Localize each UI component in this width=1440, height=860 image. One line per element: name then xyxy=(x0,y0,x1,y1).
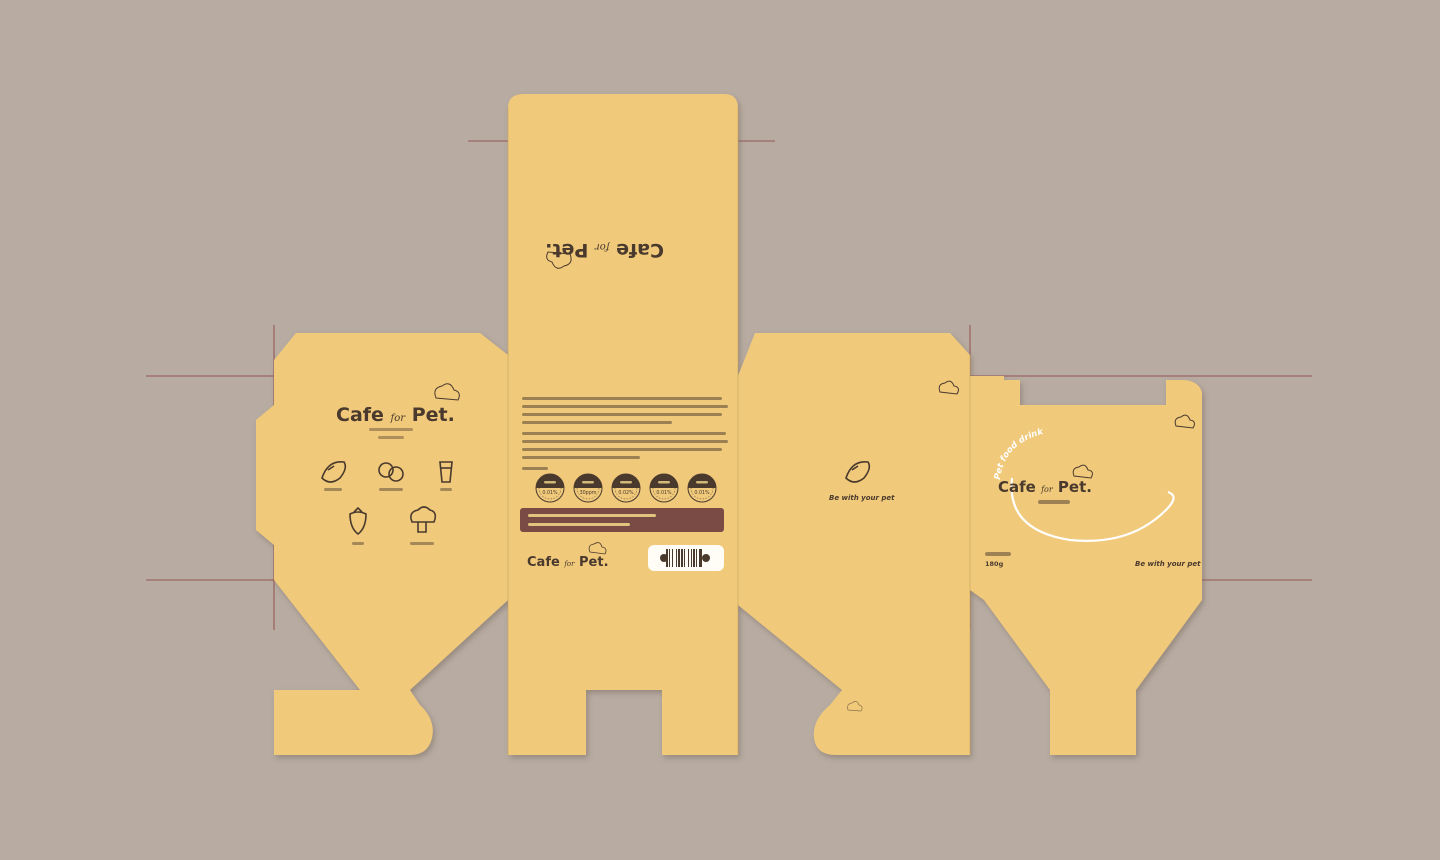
barcode-bar xyxy=(678,549,680,567)
brand-word-3: Pet. xyxy=(412,404,455,426)
brand-word-3: Pet. xyxy=(579,555,609,570)
dieline-stage: Cafe for Pet. Cafe for Pet. 0.01% 30ppm … xyxy=(0,0,1440,856)
brand-word-2: for xyxy=(1040,485,1054,494)
text-line-bar xyxy=(522,397,722,400)
brand-word-1: Cafe xyxy=(527,555,560,570)
text-line-bar xyxy=(522,448,722,451)
panel-left-side xyxy=(256,333,508,580)
tagline-right-side: Be with your pet xyxy=(829,494,895,502)
barcode-bar xyxy=(691,549,692,567)
left-brand-subtitle xyxy=(378,436,404,439)
text-line-bar xyxy=(522,421,672,424)
quantity-bar xyxy=(985,552,1011,556)
panel-right-tab xyxy=(738,580,970,755)
nutrient-circle: 0.01% xyxy=(535,473,565,503)
nutrient-value: 30ppm xyxy=(580,490,597,496)
nutrient-value: 0.02% xyxy=(618,490,634,496)
box-panels xyxy=(256,94,1202,755)
panel-front-bottom xyxy=(970,580,1202,755)
brand-word-3: Pet. xyxy=(545,239,588,261)
panel-top-flap xyxy=(508,94,738,376)
text-line-bar xyxy=(528,514,656,517)
icon-label-bar xyxy=(379,488,403,491)
left-brand-subtitle xyxy=(369,428,413,431)
brand-word-1: Cafe xyxy=(616,239,664,261)
nutrient-circle: 0.01% xyxy=(649,473,679,503)
barcode-bar xyxy=(669,549,670,567)
barcode-bar xyxy=(699,549,702,567)
nutrient-name-bar xyxy=(696,481,708,484)
brand-word-1: Cafe xyxy=(998,478,1036,496)
nutrient-name-bar xyxy=(544,481,556,484)
icon-label-bar xyxy=(352,542,364,545)
nutrient-value: 0.01% xyxy=(694,490,710,496)
tagline-front: Be with your pet xyxy=(1135,560,1201,568)
box-dieline: Cafe for Pet. Cafe for Pet. 0.01% 30ppm … xyxy=(146,94,1312,755)
nutrient-circle: 30ppm xyxy=(573,473,603,503)
icon-label-bar xyxy=(324,488,342,491)
icon-label-bar xyxy=(440,488,452,491)
nutrient-circle: 0.02% xyxy=(611,473,641,503)
text-line-bar xyxy=(522,405,728,408)
icon-label-bar xyxy=(410,542,434,545)
nutrition-header-bar xyxy=(522,467,548,470)
brand-word-2: for xyxy=(563,560,575,568)
nutrient-value: 0.01% xyxy=(656,490,672,496)
nutrient-name-bar xyxy=(582,481,594,484)
barcode-end-right xyxy=(702,554,710,562)
panel-bottom-tab-center xyxy=(508,580,738,755)
nutrient-name-bar xyxy=(658,481,670,484)
brand-word-3: Pet. xyxy=(1058,478,1092,496)
barcode-bar xyxy=(696,549,697,567)
brand-word-2: for xyxy=(594,241,611,252)
barcode-bar xyxy=(681,549,683,567)
nutrient-name-bar xyxy=(620,481,632,484)
barcode-bar xyxy=(684,549,685,567)
brand-word-2: for xyxy=(390,413,407,424)
barcode-bar xyxy=(693,549,695,567)
barcode-bar xyxy=(676,549,677,567)
text-line-bar xyxy=(522,440,728,443)
nutrient-value: 0.01% xyxy=(542,490,558,496)
nutrient-circle: 0.01% xyxy=(687,473,717,503)
barcode-bar xyxy=(672,549,673,567)
text-line-bar xyxy=(522,432,726,435)
text-line-bar xyxy=(522,456,640,459)
notice-bar xyxy=(520,508,724,532)
panel-left-tab xyxy=(274,580,508,755)
barcode-end-left xyxy=(660,554,668,562)
barcode-bar xyxy=(688,549,689,567)
panel-right-side xyxy=(738,333,970,580)
flavor-name-bar xyxy=(1038,500,1070,504)
text-line-bar xyxy=(528,523,630,526)
weight-label: 180g xyxy=(985,560,1004,568)
text-line-bar xyxy=(522,413,722,416)
brand-word-1: Cafe xyxy=(336,404,384,426)
barcode-box xyxy=(648,545,724,571)
